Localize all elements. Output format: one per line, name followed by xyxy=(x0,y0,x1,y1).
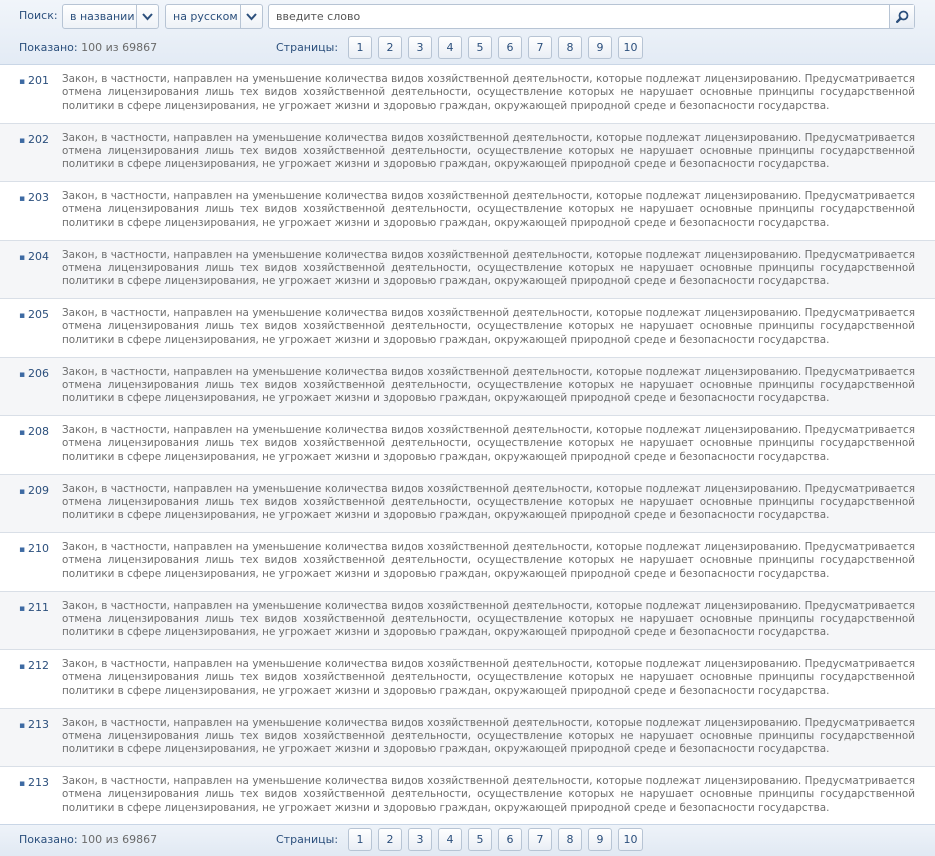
page-button-6[interactable]: 6 xyxy=(498,828,523,851)
list-item: 208 Закон, в частности, направлен на уме… xyxy=(0,416,935,475)
item-number-link[interactable]: 213 xyxy=(19,718,49,731)
item-text: Закон, в частности, направлен на уменьше… xyxy=(62,716,915,756)
item-number-link[interactable]: 203 xyxy=(19,191,49,204)
page-button-3[interactable]: 3 xyxy=(408,36,433,59)
search-label: Поиск: xyxy=(19,9,58,22)
page-button-10[interactable]: 10 xyxy=(618,36,644,59)
search-button[interactable] xyxy=(889,5,914,28)
item-text: Закон, в частности, направлен на уменьше… xyxy=(62,365,915,405)
chevron-down-icon[interactable] xyxy=(136,5,158,28)
pagination-top: Страницы: 1 2 3 4 5 6 7 8 9 10 xyxy=(276,36,649,59)
item-text: Закон, в частности, направлен на уменьше… xyxy=(62,131,915,171)
page-button-1[interactable]: 1 xyxy=(348,36,373,59)
item-number-link[interactable]: 205 xyxy=(19,308,49,321)
pagination-label: Страницы: xyxy=(276,41,339,54)
page-button-4[interactable]: 4 xyxy=(438,828,463,851)
item-number-link[interactable]: 204 xyxy=(19,250,49,263)
item-text: Закон, в частности, направлен на уменьше… xyxy=(62,541,915,580)
item-text: Закон, в частности, направлен на уменьше… xyxy=(62,424,915,463)
page-button-10[interactable]: 10 xyxy=(618,828,644,851)
bottom-toolbar: Показано: 100 из 69867 Страницы: 1 2 3 4… xyxy=(0,824,935,856)
item-number-link[interactable]: 211 xyxy=(19,601,49,614)
item-number-link[interactable]: 212 xyxy=(19,659,49,672)
page-button-5[interactable]: 5 xyxy=(468,36,493,59)
item-text: Закон, в частности, направлен на уменьше… xyxy=(62,190,915,229)
results-summary-label: Показано: xyxy=(19,833,78,846)
results-list: 201 Закон, в частности, направлен на уме… xyxy=(0,65,935,826)
search-icon xyxy=(895,10,908,23)
item-number-link[interactable]: 206 xyxy=(19,367,49,380)
item-text: Закон, в частности, направлен на уменьше… xyxy=(62,248,915,288)
results-summary-value: 100 из 69867 xyxy=(81,41,158,54)
list-item: 213 Закон, в частности, направлен на уме… xyxy=(0,767,935,826)
list-item: 205 Закон, в частности, направлен на уме… xyxy=(0,299,935,358)
page-button-7[interactable]: 7 xyxy=(528,828,553,851)
list-item: 210 Закон, в частности, направлен на уме… xyxy=(0,533,935,592)
item-number-link[interactable]: 209 xyxy=(19,484,49,497)
item-number-link[interactable]: 208 xyxy=(19,425,49,438)
page-button-4[interactable]: 4 xyxy=(438,36,463,59)
top-toolbar: Поиск: в названии на русском Показано: 1… xyxy=(0,0,935,65)
list-item: 203 Закон, в частности, направлен на уме… xyxy=(0,182,935,241)
list-item: 202 Закон, в частности, направлен на уме… xyxy=(0,123,935,182)
page-button-9[interactable]: 9 xyxy=(588,36,613,59)
list-item: 204 Закон, в частности, направлен на уме… xyxy=(0,240,935,299)
pagination-label: Страницы: xyxy=(276,833,339,846)
pagination-bottom: Страницы: 1 2 3 4 5 6 7 8 9 10 xyxy=(276,828,649,851)
item-text: Закон, в частности, направлен на уменьше… xyxy=(62,307,915,346)
item-number-link[interactable]: 201 xyxy=(19,74,49,87)
page-button-3[interactable]: 3 xyxy=(408,828,433,851)
language-select-value: на русском xyxy=(173,10,238,23)
page-button-8[interactable]: 8 xyxy=(558,828,583,851)
page-button-1[interactable]: 1 xyxy=(348,828,373,851)
language-select[interactable]: на русском xyxy=(165,4,263,29)
page-button-2[interactable]: 2 xyxy=(378,828,403,851)
results-summary: Показано: 100 из 69867 xyxy=(19,833,157,846)
item-number-link[interactable]: 202 xyxy=(19,133,49,146)
page-button-2[interactable]: 2 xyxy=(378,36,403,59)
list-item: 212 Закон, в частности, направлен на уме… xyxy=(0,650,935,709)
chevron-down-icon[interactable] xyxy=(240,5,262,28)
page-button-8[interactable]: 8 xyxy=(558,36,583,59)
list-item: 211 Закон, в частности, направлен на уме… xyxy=(0,591,935,650)
item-number-link[interactable]: 213 xyxy=(19,776,49,789)
results-summary-value: 100 из 69867 xyxy=(81,833,158,846)
item-text: Закон, в частности, направлен на уменьше… xyxy=(62,73,915,112)
results-summary-label: Показано: xyxy=(19,41,78,54)
item-text: Закон, в частности, направлен на уменьше… xyxy=(62,482,915,522)
page-button-5[interactable]: 5 xyxy=(468,828,493,851)
page-button-9[interactable]: 9 xyxy=(588,828,613,851)
list-item: 209 Закон, в частности, направлен на уме… xyxy=(0,474,935,533)
item-number-link[interactable]: 210 xyxy=(19,542,49,555)
item-text: Закон, в частности, направлен на уменьше… xyxy=(62,775,915,814)
list-item: 201 Закон, в частности, направлен на уме… xyxy=(0,65,935,124)
page-button-6[interactable]: 6 xyxy=(498,36,523,59)
results-summary: Показано: 100 из 69867 xyxy=(19,41,157,54)
search-input[interactable] xyxy=(269,5,889,28)
list-item: 213 Закон, в частности, направлен на уме… xyxy=(0,708,935,767)
item-text: Закон, в частности, направлен на уменьше… xyxy=(62,599,915,639)
search-field xyxy=(268,4,915,29)
page-button-7[interactable]: 7 xyxy=(528,36,553,59)
scope-select[interactable]: в названии xyxy=(62,4,159,29)
list-item: 206 Закон, в частности, направлен на уме… xyxy=(0,357,935,416)
scope-select-value: в названии xyxy=(70,10,135,23)
item-text: Закон, в частности, направлен на уменьше… xyxy=(62,658,915,697)
